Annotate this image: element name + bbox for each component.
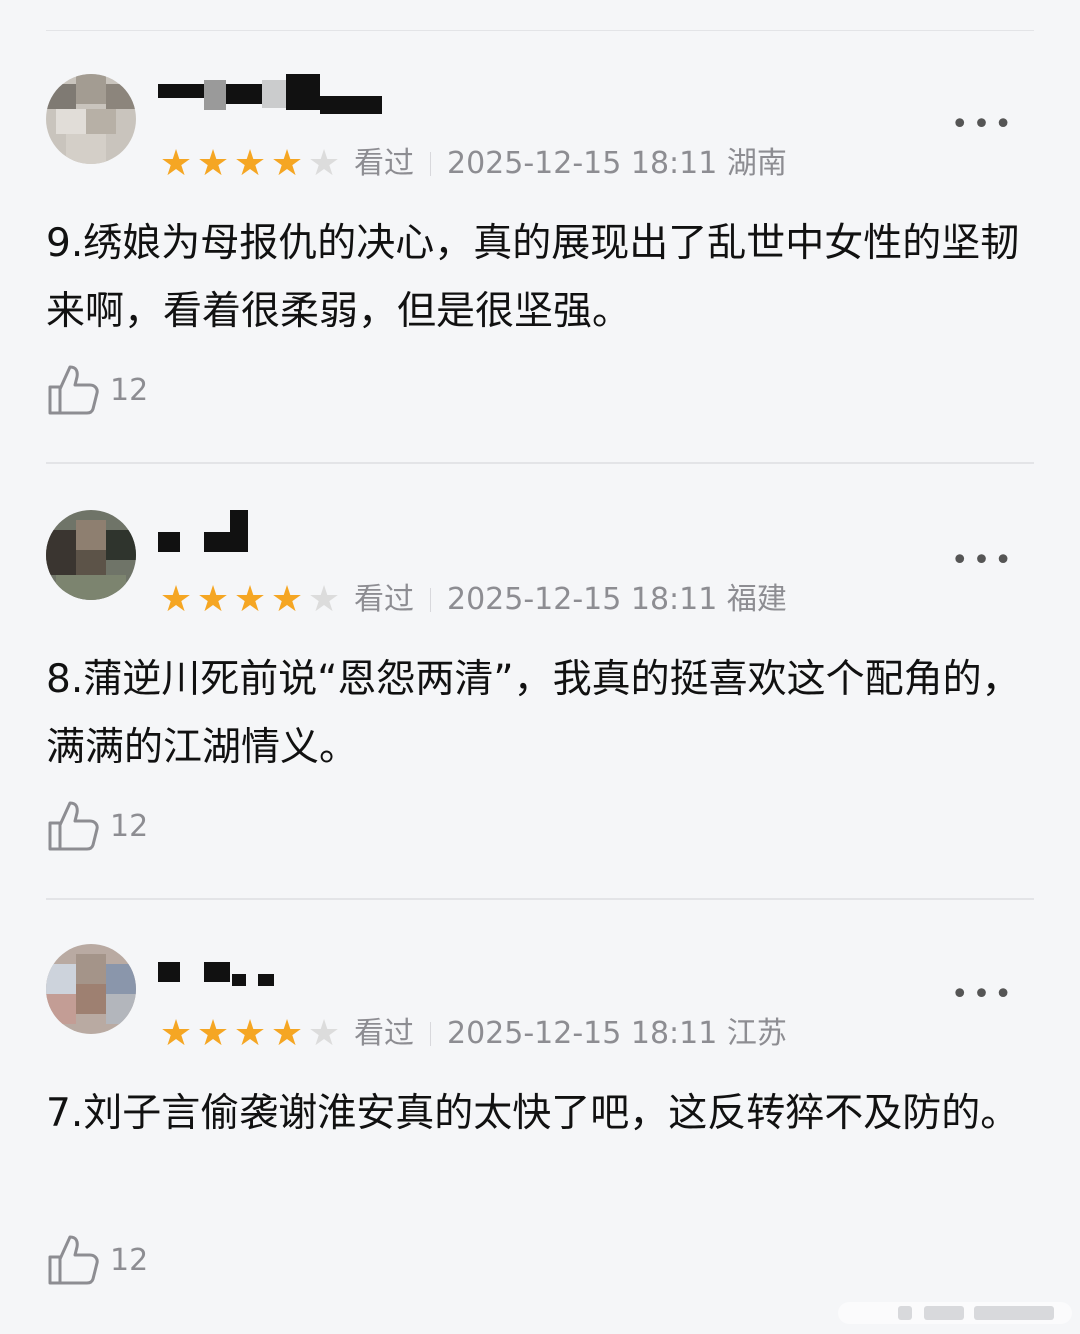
star-icon: ★ [159, 1013, 193, 1054]
meta-separator [430, 588, 431, 612]
meta-separator [430, 1022, 431, 1046]
like-count: 12 [110, 372, 149, 408]
star-icon: ★ [233, 143, 267, 184]
star-icon: ★ [159, 143, 193, 184]
username-redacted[interactable] [158, 940, 398, 996]
review-location: 湖南 [726, 146, 787, 181]
star-icon: ★ [196, 143, 230, 184]
review-meta: 看过 2025-12-15 18:11 福建 [354, 578, 787, 622]
review-content: 7.刘子言偷袭谢淮安真的太快了吧，这反转猝不及防的。 [46, 1091, 1020, 1136]
review-datetime: 2025-12-15 18:11 [447, 582, 718, 617]
like-count: 12 [110, 1242, 149, 1278]
like-button[interactable]: 12 [46, 796, 148, 856]
review-item: ★ ★ ★ ★ ★ 看过 2025-12-15 18:11 福建 ••• 8.蒲逆… [0, 466, 1080, 900]
thumbs-up-icon [48, 365, 99, 415]
star-rating: ★ ★ ★ ★ ★ [158, 581, 342, 619]
star-icon: ★ [307, 143, 341, 184]
thumbs-up-icon [48, 1235, 99, 1285]
avatar[interactable] [46, 510, 136, 600]
meta-separator [430, 152, 431, 176]
star-icon: ★ [159, 579, 193, 620]
review-datetime: 2025-12-15 18:11 [447, 1016, 718, 1051]
review-divider [46, 462, 1034, 464]
review-item: ★ ★ ★ ★ ★ 看过 2025-12-15 18:11 江苏 ••• 7.刘子… [0, 900, 1080, 1334]
review-meta: 看过 2025-12-15 18:11 湖南 [354, 142, 787, 186]
review-datetime: 2025-12-15 18:11 [447, 146, 718, 181]
star-rating: ★ ★ ★ ★ ★ [158, 1015, 342, 1053]
review-content: 8.蒲逆川死前说“恩怨两清”，我真的挺喜欢这个配角的，满满的江湖情义。 [46, 657, 1021, 770]
star-icon: ★ [270, 1013, 304, 1054]
star-icon: ★ [233, 1013, 267, 1054]
review-meta: 看过 2025-12-15 18:11 江苏 [354, 1012, 787, 1056]
username-redacted[interactable] [158, 506, 398, 562]
like-button[interactable]: 12 [46, 360, 148, 420]
star-icon: ★ [270, 143, 304, 184]
watch-status: 看过 [354, 1016, 414, 1051]
star-icon: ★ [196, 1013, 230, 1054]
review-location: 福建 [726, 582, 787, 617]
star-icon: ★ [196, 579, 230, 620]
watermark-logo [838, 1302, 1072, 1324]
like-count: 12 [110, 808, 149, 844]
star-rating: ★ ★ ★ ★ ★ [158, 145, 342, 183]
star-icon: ★ [233, 579, 267, 620]
review-content: 9.绣娘为母报仇的决心，真的展现出了乱世中女性的坚韧来啊，看着很柔弱，但是很坚强… [46, 221, 1020, 334]
like-button[interactable]: 12 [46, 1230, 148, 1290]
username-redacted[interactable] [158, 70, 398, 126]
watch-status: 看过 [354, 146, 414, 181]
more-dots-icon[interactable]: ••• [951, 110, 1016, 140]
star-icon: ★ [307, 579, 341, 620]
thumbs-up-icon [48, 801, 99, 851]
star-icon: ★ [270, 579, 304, 620]
avatar[interactable] [46, 74, 136, 164]
more-dots-icon[interactable]: ••• [951, 546, 1016, 576]
avatar[interactable] [46, 944, 136, 1034]
review-location: 江苏 [726, 1016, 787, 1051]
watch-status: 看过 [354, 582, 414, 617]
star-icon: ★ [307, 1013, 341, 1054]
review-item: ★ ★ ★ ★ ★ 看过 2025-12-15 18:11 湖南 ••• 9.绣娘… [0, 30, 1080, 464]
more-dots-icon[interactable]: ••• [951, 980, 1016, 1010]
